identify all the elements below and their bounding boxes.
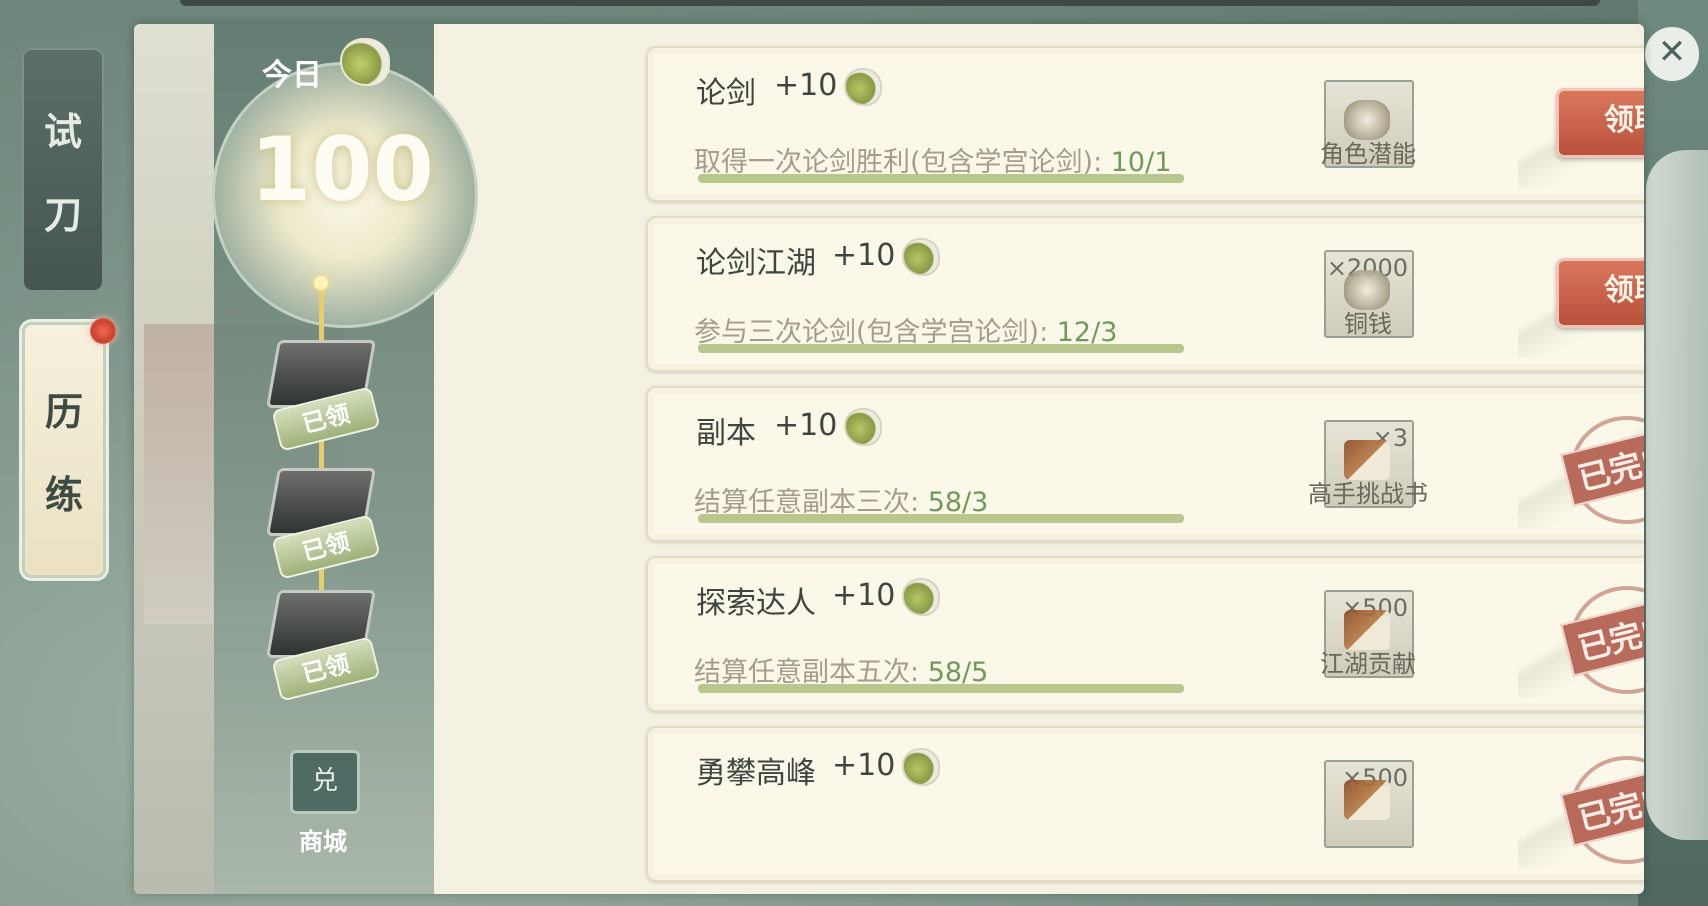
task-points: +10 <box>832 238 896 273</box>
right-scroll-tab <box>1646 150 1708 840</box>
reward-name: 江湖贡献 <box>1320 650 1416 678</box>
task-points: +10 <box>832 578 896 613</box>
tab-trial-char-2: 刀 <box>43 192 82 237</box>
progress-node <box>314 276 328 290</box>
task-points: +10 <box>832 748 896 783</box>
top-frame <box>180 0 1600 6</box>
tab-training-char-2: 练 <box>44 472 83 517</box>
task-card: 副本 +10 结算任意副本三次: 58/3 ×3 高手挑战书 已完成 <box>646 386 1644 542</box>
task-title: 勇攀高峰 <box>696 756 816 791</box>
task-title: 探索达人 <box>696 586 816 621</box>
shop-label[interactable]: 商城 <box>288 822 358 857</box>
shop-icon[interactable]: 兑 <box>290 750 360 814</box>
task-points: +10 <box>774 408 838 443</box>
task-progress-bar <box>698 514 1184 523</box>
tab-training-char-1: 历 <box>44 389 83 434</box>
completed-stamp: 已完成 <box>1560 586 1644 694</box>
completed-stamp: 已完成 <box>1560 416 1644 524</box>
task-card: 论剑江湖 +10 参与三次论剑(包含学宫论剑): 12/3 ×2000 铜钱 领… <box>646 216 1644 372</box>
task-progress-bar <box>698 174 1184 183</box>
task-title: 论剑 <box>696 76 756 111</box>
task-title: 副本 <box>696 416 756 451</box>
reward-name: 铜钱 <box>1344 310 1392 338</box>
task-progress-bar <box>698 344 1184 353</box>
claim-button[interactable]: 领取 <box>1556 88 1644 158</box>
activity-leaf-icon <box>902 578 940 616</box>
close-icon[interactable]: ✕ <box>1642 24 1702 84</box>
task-progress-bar <box>698 684 1184 693</box>
reward-name: 角色潜能 <box>1320 140 1416 168</box>
task-card: 探索达人 +10 结算任意副本五次: 58/5 ×500 江湖贡献 已完成 <box>646 556 1644 712</box>
tab-trial[interactable]: 试 刀 <box>22 48 104 292</box>
tab-trial-char-1: 试 <box>43 109 82 154</box>
daily-score: 100 <box>250 118 434 221</box>
activity-leaf-icon <box>340 38 390 86</box>
today-label: 今日 <box>262 58 322 93</box>
activity-leaf-icon <box>844 408 882 446</box>
task-card: 论剑 +10 取得一次论剑胜利(包含学宫论剑): 10/1 角色潜能 领取 <box>646 46 1644 202</box>
task-title: 论剑江湖 <box>696 246 816 281</box>
reward-name: 高手挑战书 <box>1308 480 1428 508</box>
activity-leaf-icon <box>902 238 940 276</box>
activity-leaf-icon <box>844 68 882 106</box>
contribution-scroll-icon <box>1344 780 1390 820</box>
completed-stamp: 已完成 <box>1560 756 1644 864</box>
activity-leaf-icon <box>902 748 940 786</box>
notification-dot <box>90 318 116 344</box>
tab-training[interactable]: 历 练 <box>22 322 106 578</box>
task-points: +10 <box>774 68 838 103</box>
task-card: 勇攀高峰 +10 ×500 已完成 <box>646 726 1644 882</box>
claim-button[interactable]: 领取 <box>1556 258 1644 328</box>
